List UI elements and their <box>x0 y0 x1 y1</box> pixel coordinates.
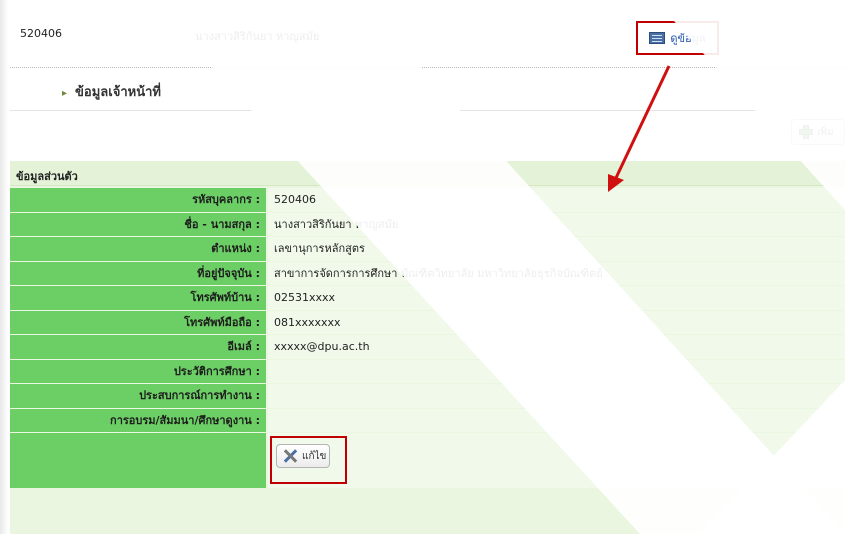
table-row: โทรศัพท์บ้าน : 02531xxxx <box>10 286 845 310</box>
employee-summary-row: 520406 นางสาวสิริกันยา หาญสมัย ดูข้อมูล <box>20 21 840 55</box>
info-table: รหัสบุคลากร : 520406 ชื่อ - นามสกุล : นา… <box>10 188 845 488</box>
add-button-label: เพิ่ม <box>817 126 834 138</box>
panel-title: ข้อมูลส่วนตัว <box>10 161 845 186</box>
row-label: รหัสบุคลากร : <box>10 188 266 212</box>
employee-name: นางสาวสิริกันยา หาญสมัย <box>195 30 320 43</box>
section-title: ข้อมูลเจ้าหน้าที่ <box>75 85 161 100</box>
edit-row: แก้ไข <box>10 433 845 488</box>
row-value <box>268 359 845 383</box>
row-value: สาขาการจัดการการศึกษา บัณฑิตวิทยาลัย มหา… <box>268 261 845 285</box>
table-row: ประวัติการศึกษา : <box>10 359 845 383</box>
chevron-right-icon: ▸ <box>62 88 68 99</box>
row-value: xxxxx@dpu.ac.th <box>268 335 845 359</box>
table-row: ประสบการณ์การทำงาน : <box>10 384 845 408</box>
edit-row-value-cell: แก้ไข <box>268 433 845 488</box>
row-label: ประสบการณ์การทำงาน : <box>10 384 266 408</box>
row-value: นางสาวสิริกันยา หาญสมัย <box>268 212 845 236</box>
dotted-divider <box>10 67 845 68</box>
document-view-icon <box>649 32 666 44</box>
row-value: 081xxxxxxx <box>268 310 845 334</box>
personal-info-panel: ข้อมูลส่วนตัว รหัสบุคลากร : 520406 ชื่อ … <box>10 161 845 534</box>
table-row: โทรศัพท์มือถือ : 081xxxxxxx <box>10 310 845 334</box>
employee-id: 520406 <box>20 27 62 40</box>
row-value: เลขานุการหลักสูตร <box>268 237 845 261</box>
row-label: การอบรม/สัมมนา/ศึกษาดูงาน : <box>10 408 266 432</box>
row-label: ชื่อ - นามสกุล : <box>10 212 266 236</box>
row-value <box>268 408 845 432</box>
plus-icon <box>798 124 814 140</box>
row-label: โทรศัพท์บ้าน : <box>10 286 266 310</box>
table-row: รหัสบุคลากร : 520406 <box>10 188 845 212</box>
table-row: อีเมล์ : xxxxx@dpu.ac.th <box>10 335 845 359</box>
row-label: ประวัติการศึกษา : <box>10 359 266 383</box>
view-info-label: ดูข้อมูล <box>670 32 706 45</box>
edit-button[interactable]: แก้ไข <box>276 444 330 468</box>
row-label: โทรศัพท์มือถือ : <box>10 310 266 334</box>
table-row: ที่อยู่ปัจจุบัน : สาขาการจัดการการศึกษา … <box>10 261 845 285</box>
row-value <box>268 384 845 408</box>
table-row: ตำแหน่ง : เลขานุการหลักสูตร <box>10 237 845 261</box>
row-label: ที่อยู่ปัจจุบัน : <box>10 261 266 285</box>
add-button[interactable]: เพิ่ม <box>791 119 845 145</box>
table-row: ชื่อ - นามสกุล : นางสาวสิริกันยา หาญสมัย <box>10 212 845 236</box>
row-value: 520406 <box>268 188 845 212</box>
heading-divider <box>10 110 845 111</box>
row-label: ตำแหน่ง : <box>10 237 266 261</box>
edit-button-label: แก้ไข <box>302 450 327 462</box>
row-label: อีเมล์ : <box>10 335 266 359</box>
section-heading: ▸ ข้อมูลเจ้าหน้าที่ <box>62 81 161 102</box>
table-row: การอบรม/สัมมนา/ศึกษาดูงาน : <box>10 408 845 432</box>
tools-icon <box>282 448 298 464</box>
edit-row-label-cell <box>10 433 266 488</box>
left-edge-shadow <box>0 0 8 534</box>
row-value: 02531xxxx <box>268 286 845 310</box>
page: 520406 นางสาวสิริกันยา หาญสมัย ดูข้อมูล … <box>0 0 845 534</box>
view-info-button[interactable]: ดูข้อมูล <box>636 21 719 55</box>
